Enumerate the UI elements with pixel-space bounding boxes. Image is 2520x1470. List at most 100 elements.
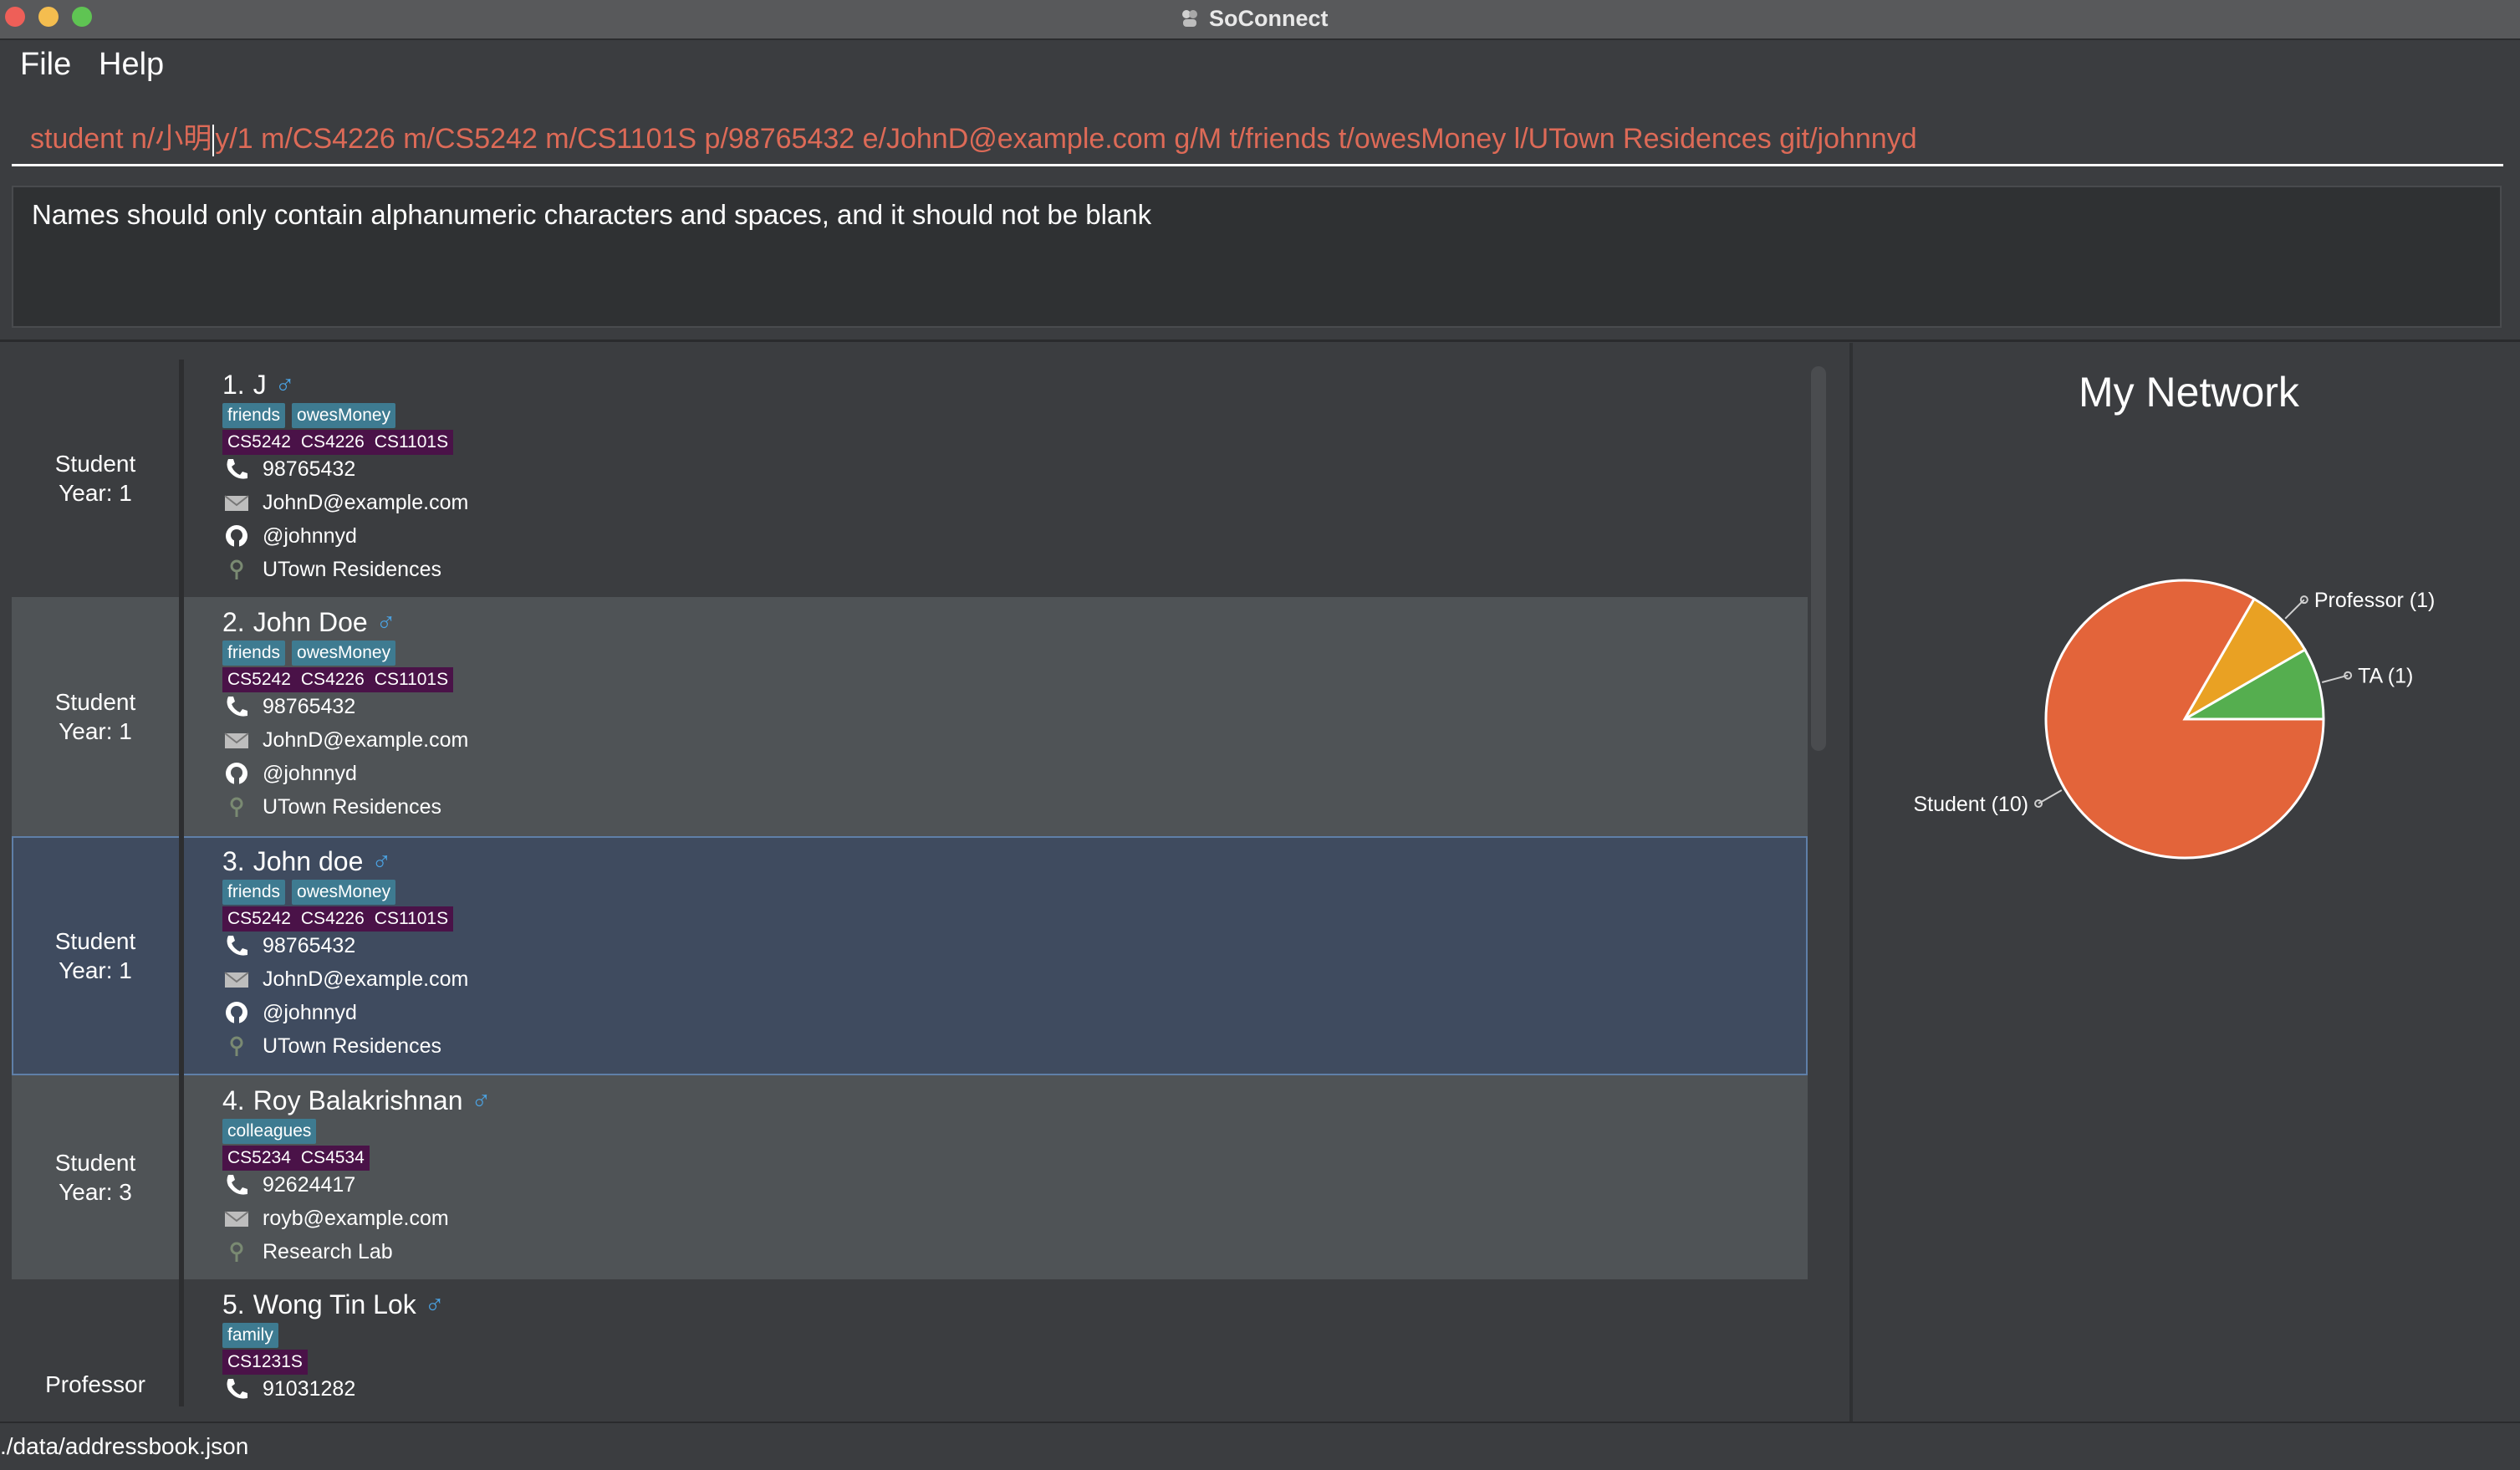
person-name: John Doe (253, 607, 368, 637)
menu-help[interactable]: Help (99, 47, 164, 83)
role-column: Professor (12, 1279, 184, 1406)
command-text-after-caret: y/1 m/CS4226 m/CS5242 m/CS1101S p/987654… (215, 123, 1917, 155)
person-index: 2. (222, 607, 245, 637)
person-name: Wong Tin Lok (253, 1289, 416, 1319)
role-column: Student Year: 1 (12, 360, 184, 597)
close-window-button[interactable] (5, 7, 25, 27)
list-scrollbar[interactable] (1811, 366, 1826, 751)
year-label: Year: 1 (59, 718, 132, 744)
person-card[interactable]: Student Year: 1 1. J ♂ friends owesMoney CS5… (12, 360, 1808, 597)
github-icon (226, 763, 247, 784)
tag: friends (222, 641, 286, 666)
person-card[interactable]: Student Year: 1 2. John Doe ♂ friends owesMo… (12, 597, 1808, 836)
github-icon (226, 1002, 247, 1023)
network-pie-chart: TA (1) Professor (1) Student (10) (1913, 579, 2435, 860)
phone-icon (227, 697, 247, 717)
email-value: JohnD@example.com (263, 727, 469, 752)
phone-value: 91031282 (263, 1376, 356, 1401)
module-tag: CS1231S (222, 1350, 308, 1375)
maximize-window-button[interactable] (72, 7, 92, 27)
person-index: 4. (222, 1085, 245, 1115)
year-label: Year: 3 (59, 1179, 132, 1205)
male-icon: ♂ (371, 846, 392, 876)
location-pin-icon (230, 559, 243, 579)
location-value: UTown Residences (263, 794, 441, 819)
location-pin-icon (230, 797, 243, 817)
save-location: ./data/addressbook.json (0, 1433, 249, 1459)
phone-icon (227, 459, 247, 479)
module-tag: CS1101S (369, 667, 454, 692)
envelope-icon (224, 1211, 249, 1227)
role-column: Student Year: 1 (12, 836, 184, 1075)
pie-label: Professor (1) (2314, 589, 2435, 612)
github-value: @johnnyd (263, 523, 357, 548)
module-tag: CS4226 (295, 906, 370, 932)
pie-label: Student (10) (1913, 793, 2028, 816)
phone-value: 98765432 (263, 694, 356, 718)
phone-value: 98765432 (263, 457, 356, 481)
module-tag: CS1101S (369, 906, 454, 932)
pie-label: TA (1) (2358, 665, 2413, 688)
email-value: JohnD@example.com (263, 967, 469, 991)
phone-icon (227, 936, 247, 956)
github-value: @johnnyd (263, 1000, 357, 1024)
github-icon (226, 525, 247, 547)
module-tag: CS5242 (222, 430, 296, 455)
menu-file[interactable]: File (20, 47, 71, 83)
male-icon: ♂ (471, 1085, 492, 1115)
menu-bar: File Help (0, 40, 2520, 94)
module-tag: CS4534 (295, 1146, 370, 1171)
phone-icon (227, 1379, 247, 1399)
window-title: SoConnect (1179, 3, 1329, 33)
app-logo-icon (1182, 10, 1197, 27)
tag: colleagues (222, 1119, 317, 1144)
email-value: royb@example.com (263, 1206, 449, 1230)
tag: friends (222, 403, 286, 428)
person-index: 3. (222, 846, 245, 876)
role-label: Professor (45, 1371, 145, 1397)
command-text: student n/小明 y/1 m/CS4226 m/CS5242 m/CS11… (30, 115, 1917, 157)
module-tag: CS5242 (222, 906, 296, 932)
result-display[interactable]: Names should only contain alphanumeric c… (12, 186, 2502, 328)
location-value: UTown Residences (263, 1034, 441, 1058)
minimize-window-button[interactable] (38, 7, 59, 27)
role-label: Student (54, 689, 136, 715)
person-card[interactable]: Professor 5. Wong Tin Lok ♂ family CS1231S… (12, 1279, 1808, 1406)
command-input[interactable]: student n/小明 y/1 m/CS4226 m/CS5242 m/CS11… (12, 104, 2503, 166)
tag: owesMoney (292, 641, 396, 666)
role-column: Student Year: 3 (12, 1075, 184, 1279)
envelope-icon (224, 972, 249, 988)
person-name: J (253, 370, 267, 400)
role-column: Student Year: 1 (12, 597, 184, 836)
male-icon: ♂ (274, 370, 295, 400)
chart-title: My Network (2079, 369, 2299, 416)
role-label: Student (54, 451, 136, 477)
envelope-icon (224, 495, 249, 511)
role-label: Student (54, 928, 136, 954)
tag: friends (222, 880, 286, 905)
window-title-text: SoConnect (1209, 5, 1329, 31)
result-message: Names should only contain alphanumeric c… (32, 199, 1152, 230)
module-tag: CS1101S (369, 430, 454, 455)
phone-value: 92624417 (263, 1172, 356, 1197)
role-label: Student (54, 1150, 136, 1176)
person-card[interactable]: Student Year: 3 4. Roy Balakrishnan ♂ colle… (12, 1075, 1808, 1279)
male-icon: ♂ (375, 607, 396, 637)
window-titlebar: SoConnect (0, 0, 2520, 40)
male-icon: ♂ (424, 1289, 445, 1319)
tag: owesMoney (292, 403, 396, 428)
module-tag: CS5242 (222, 667, 296, 692)
location-value: Research Lab (263, 1239, 393, 1263)
location-pin-icon (230, 1036, 243, 1056)
status-bar: ./data/addressbook.json (0, 1422, 2520, 1470)
person-card-selected[interactable]: Student Year: 1 3. John doe ♂ friends owesMo… (12, 836, 1808, 1075)
panel-divider (0, 339, 2520, 342)
module-tag: CS5234 (222, 1146, 296, 1171)
person-list[interactable]: Student Year: 1 1. J ♂ friends owesMoney CS5… (12, 360, 1809, 1406)
person-index: 1. (222, 370, 245, 400)
location-value: UTown Residences (263, 557, 441, 581)
email-value: JohnD@example.com (263, 490, 469, 514)
location-pin-icon (230, 1242, 243, 1262)
person-name: John doe (253, 846, 364, 876)
phone-value: 98765432 (263, 933, 356, 957)
